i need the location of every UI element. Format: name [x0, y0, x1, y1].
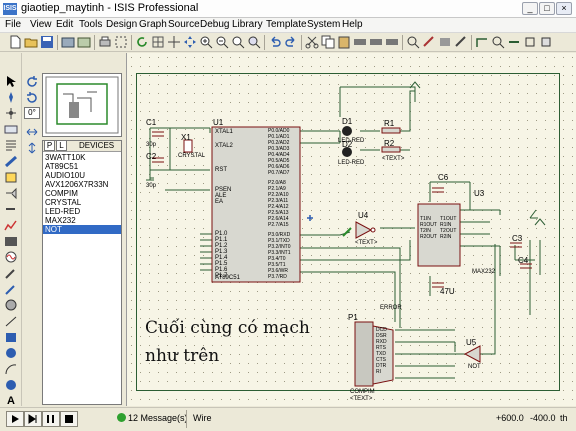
coordinate-y: -400.0	[530, 413, 556, 423]
c1-value: 30p	[146, 142, 157, 148]
c2-label: C2	[146, 152, 157, 161]
stop-button[interactable]	[60, 411, 78, 427]
c3-label: C3	[512, 234, 523, 243]
step-button[interactable]	[24, 411, 42, 427]
r1-label: R1	[384, 119, 395, 128]
annotation-text: Cuối cùng có mạch như trên	[145, 314, 310, 370]
status-mode: Wire	[193, 413, 212, 423]
pause-button[interactable]	[42, 411, 60, 427]
u5-type: NOT	[468, 364, 481, 370]
p1-connector[interactable]	[354, 321, 374, 387]
c1-label: C1	[146, 118, 157, 127]
u3-pins: T1IN R1OUT T2IN R2OUT T1OUT R1IN T2OUT R…	[420, 216, 457, 240]
u4-label: U4	[358, 211, 369, 220]
u4-text: <TEXT>	[355, 240, 378, 246]
not-gate-u5[interactable]	[463, 345, 481, 363]
x1-type: CRYSTAL	[178, 153, 206, 159]
play-button[interactable]	[6, 411, 24, 427]
c6-label: C6	[438, 173, 449, 182]
u3-type: MAX232	[472, 269, 496, 275]
r2-text: <TEXT>	[382, 156, 405, 162]
p1-label: P1	[348, 313, 358, 322]
resistor-r1[interactable]	[381, 127, 401, 134]
d2-label: D2	[342, 140, 353, 149]
library-tab[interactable]: L	[56, 140, 67, 151]
u5-label: U5	[466, 338, 477, 347]
p1-pins: DCD DSR RXD RTS TXD CTS DTR RI	[376, 327, 387, 375]
p1-sub: ERROR	[380, 305, 402, 311]
x1-label: X1	[181, 133, 191, 142]
coordinate-x: +600.0	[496, 413, 524, 423]
annotation-line-2: như trên	[145, 346, 220, 366]
annotation-line-1: Cuối cùng có mạch	[145, 318, 310, 338]
p1-type: COMPIM	[350, 389, 375, 395]
not-gate-u4[interactable]	[355, 221, 373, 239]
p1-text: <TEXT>	[350, 396, 373, 402]
status-bar: 12 Message(s) Wire +600.0 -400.0 th	[0, 407, 576, 431]
message-count[interactable]: 12 Message(s)	[128, 413, 188, 423]
c4-label: C4	[518, 256, 529, 265]
u3-label: U3	[474, 189, 485, 198]
d2-type: LED-RED	[338, 160, 365, 166]
coordinate-units: th	[560, 413, 568, 423]
pick-device-tab[interactable]: P	[44, 140, 55, 151]
status-ok-icon	[117, 413, 126, 422]
u1-label: U1	[213, 118, 224, 127]
d1-label: D1	[342, 117, 353, 126]
c2-value: 30p	[146, 183, 157, 189]
led-d1[interactable]	[342, 126, 352, 136]
u1-right-pins: P0.0/AD0 P0.1/AD1 P0.2/AD2 P0.3/AD3 P0.4…	[268, 128, 291, 280]
r2-label: R2	[384, 139, 395, 148]
c47-label: 47U	[440, 287, 455, 296]
